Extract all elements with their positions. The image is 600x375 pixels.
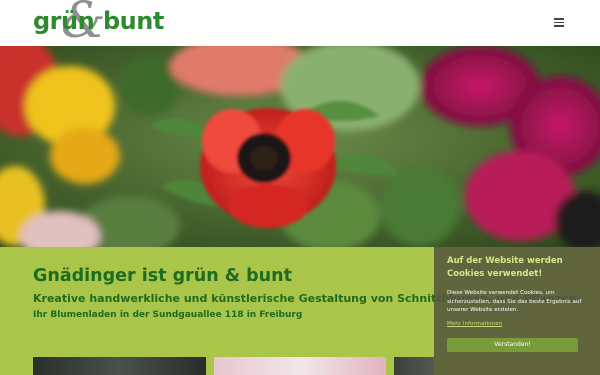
cookie-banner-title: Auf der Website werden Cookies verwendet… xyxy=(447,256,563,279)
logo-word-gruen: grün xyxy=(33,7,95,35)
site-header: & grün bunt xyxy=(0,0,600,46)
cookie-accept-button[interactable]: Verstanden! xyxy=(447,338,578,352)
hero-image xyxy=(0,46,600,247)
site-logo[interactable]: & grün bunt xyxy=(33,0,164,45)
hamburger-menu-icon[interactable] xyxy=(552,16,566,28)
cookie-banner-text: Diese Website verwendet Cookies, um sich… xyxy=(447,290,582,313)
gallery-thumbnail[interactable] xyxy=(214,357,386,375)
gallery-thumbnail[interactable] xyxy=(394,357,434,375)
cookie-more-info-link[interactable]: Mehr Informationen xyxy=(447,321,502,327)
shop-address: Ihr Blumenladen in der Sundgauallee 118 … xyxy=(33,310,303,320)
logo-word-bunt: bunt xyxy=(103,7,164,35)
gallery-thumbnail[interactable] xyxy=(33,357,206,375)
flower-bouquet-photo xyxy=(0,46,600,247)
cookie-banner: Auf der Website werden Cookies verwendet… xyxy=(434,247,600,375)
page-title: Gnädinger ist grün & bunt xyxy=(33,266,292,286)
